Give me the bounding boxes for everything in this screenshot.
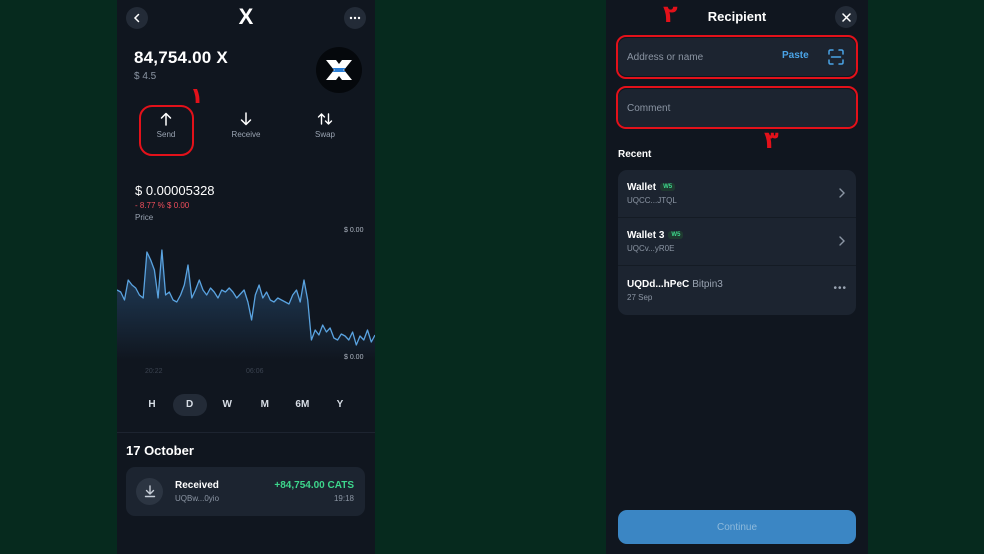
price-label: Price [135, 213, 154, 222]
price-chart-area [117, 250, 375, 360]
tx-icon-wrap [136, 478, 163, 505]
token-screen: X 84,754.00 X $ 4.5 Send Receive Swap $ … [117, 0, 375, 554]
close-button[interactable] [835, 6, 857, 28]
period-d[interactable]: D [172, 394, 207, 416]
period-h[interactable]: H [135, 394, 169, 416]
divider [117, 432, 375, 433]
recent-item[interactable]: UQDd...hPeC Bitpin3 27 Sep ••• [618, 267, 856, 315]
fiat-balance: $ 4.5 [134, 71, 157, 82]
period-y[interactable]: Y [323, 394, 357, 416]
recent-item-name: UQDd...hPeC Bitpin3 [627, 279, 723, 290]
wallet-version-badge: W5 [660, 183, 676, 191]
continue-button[interactable]: Continue [618, 510, 856, 544]
recent-item[interactable]: Wallet W5 UQCC...JTQL [618, 170, 856, 218]
chart-time-label: 20:22 [145, 368, 163, 375]
annotation-step-2: ٢ [663, 0, 678, 28]
history-date: 17 October [126, 443, 194, 458]
recipient-screen: Recipient Paste Recent WalletW5 UQCC...J… [606, 0, 868, 554]
chevron-right-icon [839, 188, 845, 198]
period-m[interactable]: M [248, 394, 282, 416]
receive-label: Receive [231, 130, 261, 139]
wallet-version-badge: W5 [668, 231, 684, 239]
chevron-right-icon [839, 236, 845, 246]
highlight-address [616, 35, 858, 79]
more-button[interactable] [344, 7, 366, 29]
more-dots-icon [349, 16, 361, 20]
transaction-time: 19:18 [333, 494, 354, 503]
swap-label: Swap [314, 130, 335, 139]
transaction-address: UQBw...0yio [175, 494, 220, 503]
recent-item-label: Bitpin3 [692, 279, 723, 290]
swap-icon [317, 113, 333, 125]
price-change: - 8.77 % $ 0.00 [135, 201, 190, 210]
recent-item-name: Wallet W5 [627, 182, 676, 193]
recent-item-name: Wallet 3 W5 [627, 230, 684, 241]
annotation-step-3: ٣ [764, 126, 779, 154]
recent-item-date: 27 Sep [627, 293, 653, 302]
chart-axis-top-label: $ 0.00 [344, 227, 364, 234]
price-chart[interactable] [117, 240, 375, 360]
highlight-send [139, 105, 194, 156]
annotation-step-1: ١ [190, 84, 204, 109]
token-logo [316, 47, 362, 93]
transaction-title: Received [175, 480, 219, 491]
x-logo-icon [326, 60, 352, 80]
recent-item-address: UQCv...yR0E [627, 244, 675, 253]
recipient-title: Recipient [707, 9, 767, 24]
token-title: X [238, 4, 254, 29]
more-icon[interactable]: ••• [833, 283, 847, 294]
recent-list: Wallet W5 UQCC...JTQL Wallet 3 W5 UQCv...y… [618, 170, 856, 315]
chart-axis-bottom-label: $ 0.00 [344, 354, 364, 361]
recent-item[interactable]: Wallet 3 W5 UQCv...yR0E [618, 218, 856, 266]
download-icon [144, 485, 155, 498]
receive-button[interactable]: Receive [216, 112, 276, 139]
recent-item-address: UQCC...JTQL [627, 196, 677, 205]
highlight-comment [616, 86, 858, 129]
token-balance: 84,754.00 X [134, 48, 228, 67]
recent-heading: Recent [618, 149, 652, 160]
period-w[interactable]: W [210, 394, 244, 416]
close-icon [841, 12, 851, 22]
swap-button[interactable]: Swap [295, 112, 355, 139]
chart-time-label: 06:06 [246, 368, 264, 375]
arrow-down-icon [240, 112, 252, 126]
period-selector: H D W M 6M Y [135, 394, 357, 416]
token-price: $ 0.00005328 [135, 183, 215, 198]
period-6m[interactable]: 6M [285, 394, 319, 416]
transaction-item[interactable]: Received UQBw...0yio +84,754.00 CATS 19:… [126, 467, 365, 516]
transaction-amount: +84,754.00 CATS [274, 480, 354, 491]
